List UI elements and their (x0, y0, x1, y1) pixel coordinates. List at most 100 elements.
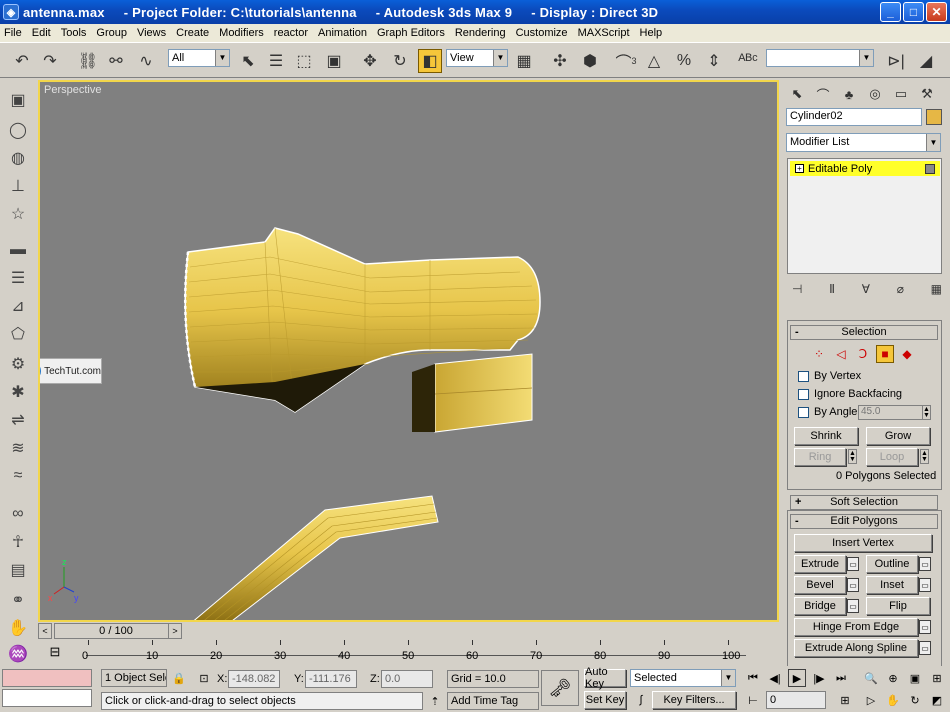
expand-icon[interactable]: + (795, 164, 804, 173)
object-color-swatch[interactable] (926, 109, 942, 125)
menu-customize[interactable]: Customize (515, 27, 569, 39)
stack-item-editable-poly[interactable]: + Editable Poly (790, 161, 940, 176)
chamfer-icon[interactable]: ⇌ (5, 408, 31, 432)
shrink-button[interactable]: Shrink (794, 427, 858, 445)
plane-icon[interactable]: ▬ (5, 238, 31, 262)
modifier-list-dropdown[interactable]: Modifier List ▼ (786, 133, 941, 152)
window-crossing-icon[interactable]: ▣ (322, 49, 346, 73)
edit-named-sel-icon[interactable]: ᴬᴮᶜ (736, 49, 760, 73)
keyboard-shortcut-icon[interactable]: ⬢ (578, 49, 602, 73)
pin-stack-icon[interactable]: ⊣ (792, 282, 802, 300)
redo-icon[interactable]: ↷ (38, 49, 62, 73)
add-time-tag-button[interactable]: Add Time Tag (447, 692, 539, 710)
angle-spinner-arrows[interactable]: ▲ ▼ (922, 405, 931, 420)
bind-spacewarp-icon[interactable]: ∿ (134, 49, 158, 73)
bridge-settings-icon[interactable]: ▭ (847, 599, 859, 613)
create-tab-icon[interactable]: ⬉ (786, 84, 808, 104)
time-next-button[interactable]: > (168, 623, 182, 639)
key-tangent-icon[interactable]: ∫ (632, 691, 650, 709)
ring-spinner-arrows[interactable]: ▲ ▼ (848, 449, 857, 464)
soft-selection-rollout-title[interactable]: + Soft Selection (790, 495, 938, 510)
menu-group[interactable]: Group (95, 27, 128, 39)
go-to-end-icon[interactable]: ⏭ (832, 669, 850, 687)
make-unique-icon[interactable]: ∀ (862, 282, 870, 300)
maximize-viewport-icon[interactable]: ◩ (928, 691, 946, 709)
time-slider-thumb[interactable]: 0 / 100 (54, 623, 178, 639)
menu-edit[interactable]: Edit (31, 27, 52, 39)
play-icon[interactable]: ▶ (788, 669, 806, 687)
motion-tab-icon[interactable]: ◎ (864, 84, 886, 104)
z-coordinate-field[interactable]: 0.0 (381, 670, 433, 688)
vertex-mode-icon[interactable]: ⁘ (810, 345, 828, 363)
flip-button[interactable]: Flip (866, 597, 930, 615)
cone-icon[interactable]: ⊿ (5, 294, 31, 318)
bevel-button[interactable]: Bevel (794, 576, 846, 594)
menu-file[interactable]: File (3, 27, 23, 39)
outline-settings-icon[interactable]: ▭ (919, 557, 931, 571)
edit-polygons-rollout-title[interactable]: - Edit Polygons (790, 514, 938, 529)
time-slider[interactable]: < 0 / 100 > (38, 622, 779, 640)
stack-toggle-icon[interactable] (925, 163, 935, 174)
set-key-button[interactable]: Set Key (584, 691, 626, 709)
star-icon[interactable]: ☆ (5, 202, 31, 226)
by-vertex-checkbox[interactable]: By Vertex (798, 370, 861, 382)
lock-icon[interactable]: 🔒 (170, 669, 188, 687)
menu-views[interactable]: Views (136, 27, 167, 39)
menu-maxscript[interactable]: MAXScript (577, 27, 631, 39)
snap-3d-icon[interactable]: ⌒ 3 (614, 49, 638, 73)
selection-filter-dropdown[interactable]: All ▼ (168, 49, 230, 67)
tube-icon[interactable]: ☰ (5, 266, 31, 290)
remove-modifier-icon[interactable]: ⌀ (897, 282, 904, 300)
hand-icon[interactable]: ✋ (5, 616, 31, 640)
field-of-view-icon[interactable]: ▷ (862, 691, 880, 709)
mirror-icon[interactable]: ⊳| (884, 49, 908, 73)
loop-button[interactable]: Loop (866, 448, 918, 466)
loop-spinner-arrows[interactable]: ▲ ▼ (920, 449, 929, 464)
auto-key-button[interactable]: Auto Key (584, 666, 626, 690)
polygon-mode-icon[interactable]: ■ (876, 345, 894, 363)
minimize-button[interactable]: _ (880, 2, 901, 22)
app-icon[interactable]: ◈ (3, 4, 19, 20)
close-button[interactable]: ✕ (926, 2, 947, 22)
element-mode-icon[interactable]: ◆ (898, 345, 916, 363)
maximize-button[interactable]: □ (903, 2, 924, 22)
extrude-button[interactable]: Extrude (794, 555, 846, 573)
extrude-spline-settings-icon[interactable]: ▭ (919, 641, 931, 655)
geosphere-icon[interactable]: ◍ (5, 146, 31, 170)
key-filters-button[interactable]: Key Filters... (652, 691, 736, 709)
display-tab-icon[interactable]: ▭ (890, 84, 912, 104)
biped-icon[interactable]: ☥ (5, 530, 31, 554)
ring-button[interactable]: Ring (794, 448, 846, 466)
track-bar[interactable]: ⊟ 0 10 20 30 40 50 60 70 80 90 100 (38, 640, 779, 666)
edge-mode-icon[interactable]: ◁ (832, 345, 850, 363)
angle-spinner[interactable]: 45.0 (858, 405, 924, 420)
menu-rendering[interactable]: Rendering (454, 27, 507, 39)
utilities-tab-icon[interactable]: ⚒ (916, 84, 938, 104)
outline-button[interactable]: Outline (866, 555, 918, 573)
zoom-extents-all-icon[interactable]: ⊞ (928, 669, 946, 687)
align-icon[interactable]: ◢ (914, 49, 938, 73)
menu-modifiers[interactable]: Modifiers (218, 27, 265, 39)
bridge-button[interactable]: Bridge (794, 597, 846, 615)
menu-tools[interactable]: Tools (60, 27, 88, 39)
hierarchy-tab-icon[interactable]: ♣ (838, 84, 860, 104)
insert-vertex-button[interactable]: Insert Vertex (794, 534, 932, 552)
selection-rollout-title[interactable]: - Selection (790, 325, 938, 340)
current-frame-field[interactable]: 0 (766, 691, 826, 709)
time-tag-icon[interactable]: ⇡ (426, 692, 444, 710)
x-coordinate-field[interactable]: -148.082 (228, 670, 280, 688)
hair-icon[interactable]: ♒ (5, 642, 31, 666)
zoom-extents-icon[interactable]: ▣ (906, 669, 924, 687)
spring-icon[interactable]: ≋ (5, 436, 31, 460)
torus-knot-icon[interactable]: ✱ (5, 380, 31, 404)
waves-icon[interactable]: ≈ (5, 464, 31, 488)
bevel-settings-icon[interactable]: ▭ (847, 578, 859, 592)
menu-reactor[interactable]: reactor (273, 27, 309, 39)
modifier-stack[interactable]: + Editable Poly (787, 158, 942, 274)
arc-rotate-icon[interactable]: ↻ (906, 691, 924, 709)
antenna-rod-mesh[interactable] (190, 495, 439, 622)
antenna-head-mesh[interactable] (183, 227, 541, 433)
inset-settings-icon[interactable]: ▭ (919, 578, 931, 592)
spinner-snap-icon[interactable]: ⇕ (702, 49, 726, 73)
hedra-icon[interactable]: ⬠ (5, 322, 31, 346)
